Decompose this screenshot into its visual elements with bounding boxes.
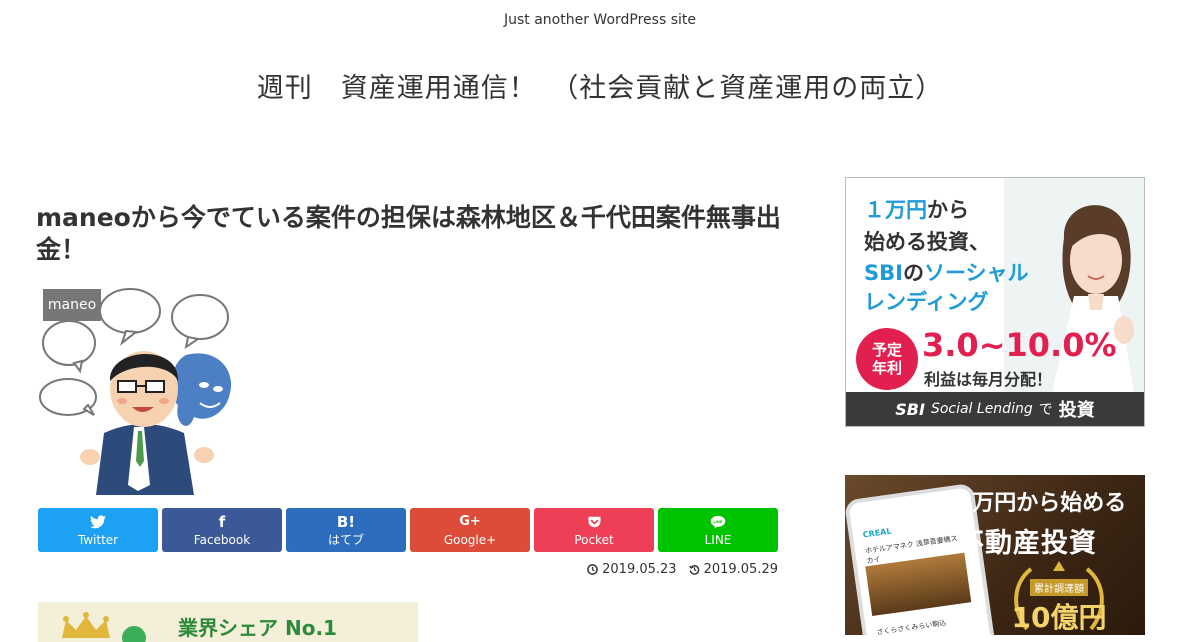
site-title[interactable]: 週刊 資産運用通信！ （社会貢献と資産運用の両立） [0, 66, 1200, 105]
share-label: Pocket [574, 532, 614, 547]
hatena-icon: B! [336, 512, 356, 531]
ad1-text: 始める投資、 [864, 230, 990, 254]
sbi-logo: SBI [895, 399, 925, 419]
category-label[interactable]: maneo [43, 289, 101, 321]
svg-text:LINE: LINE [713, 519, 722, 524]
updated-date: 2019.05.29 [688, 562, 778, 577]
published-date: 2019.05.23 [587, 562, 677, 577]
bottom-ad-banner[interactable]: 業界シェア No.1 [38, 602, 418, 642]
share-hatena-button[interactable]: B! はてブ [286, 508, 406, 552]
site-tagline: Just another WordPress site [503, 12, 696, 28]
pocket-icon [587, 514, 602, 530]
google-plus-icon: G+ [459, 513, 481, 529]
ad2-headline: 1万円から始める [957, 491, 1127, 516]
line-icon: LINE [710, 514, 726, 530]
history-icon [688, 565, 699, 575]
rate-value: 3.0~10.0% [922, 326, 1117, 364]
rate-badge: 予定 年利 [856, 328, 918, 390]
ad1-accent-text: ソーシャル [923, 261, 1029, 285]
bottom-ad-text: 業界シェア No.1 [178, 616, 337, 640]
share-label: Google+ [443, 532, 497, 547]
crown-icon [62, 612, 146, 642]
post-title: maneoから今でている案件の担保は森林地区＆千代田案件無事出金！ [36, 203, 781, 264]
ad1-text: の [902, 261, 924, 285]
ad1-text: から [927, 198, 969, 222]
ad1-footer: SBI Social Lending で 投資 [846, 392, 1144, 426]
ad2-headline-main: 不動産投資 [957, 528, 1097, 559]
real-estate-ad[interactable]: CREAL ホテルアマネク 浅草吾妻橋スカイ さくらさくみらい駒込 1万円から始… [845, 475, 1145, 635]
twitter-icon [90, 514, 106, 530]
sbi-social-lending-ad[interactable]: １万円から 始める投資、 SBIのソーシャル レンディング 予定 年利 3.0~1… [845, 177, 1145, 427]
share-google-plus-button[interactable]: G+ Google+ [410, 508, 530, 552]
laurel-medal: 累計調達額 10億円 [1005, 559, 1113, 635]
ad1-accent-text: SBI [864, 261, 903, 285]
post-dates: 2019.05.23 2019.05.29 [587, 562, 778, 577]
share-facebook-button[interactable]: f Facebook [162, 508, 282, 552]
share-pocket-button[interactable]: Pocket [534, 508, 654, 552]
ad1-subtext: 利益は毎月分配！ [924, 370, 1053, 389]
share-buttons: Twitter f Facebook B! はてブ G+ Google+ Poc… [38, 508, 778, 552]
share-label: はてブ [327, 532, 364, 547]
facebook-icon: f [218, 512, 226, 531]
clock-icon [587, 564, 598, 575]
share-twitter-button[interactable]: Twitter [38, 508, 158, 552]
share-label: LINE [704, 532, 732, 547]
share-label: Twitter [77, 532, 119, 547]
ad1-accent-text: １万円 [864, 198, 927, 222]
ad1-text: レンディング [864, 290, 989, 314]
share-label: Facebook [193, 532, 251, 547]
share-line-button[interactable]: LINE LINE [658, 508, 778, 552]
